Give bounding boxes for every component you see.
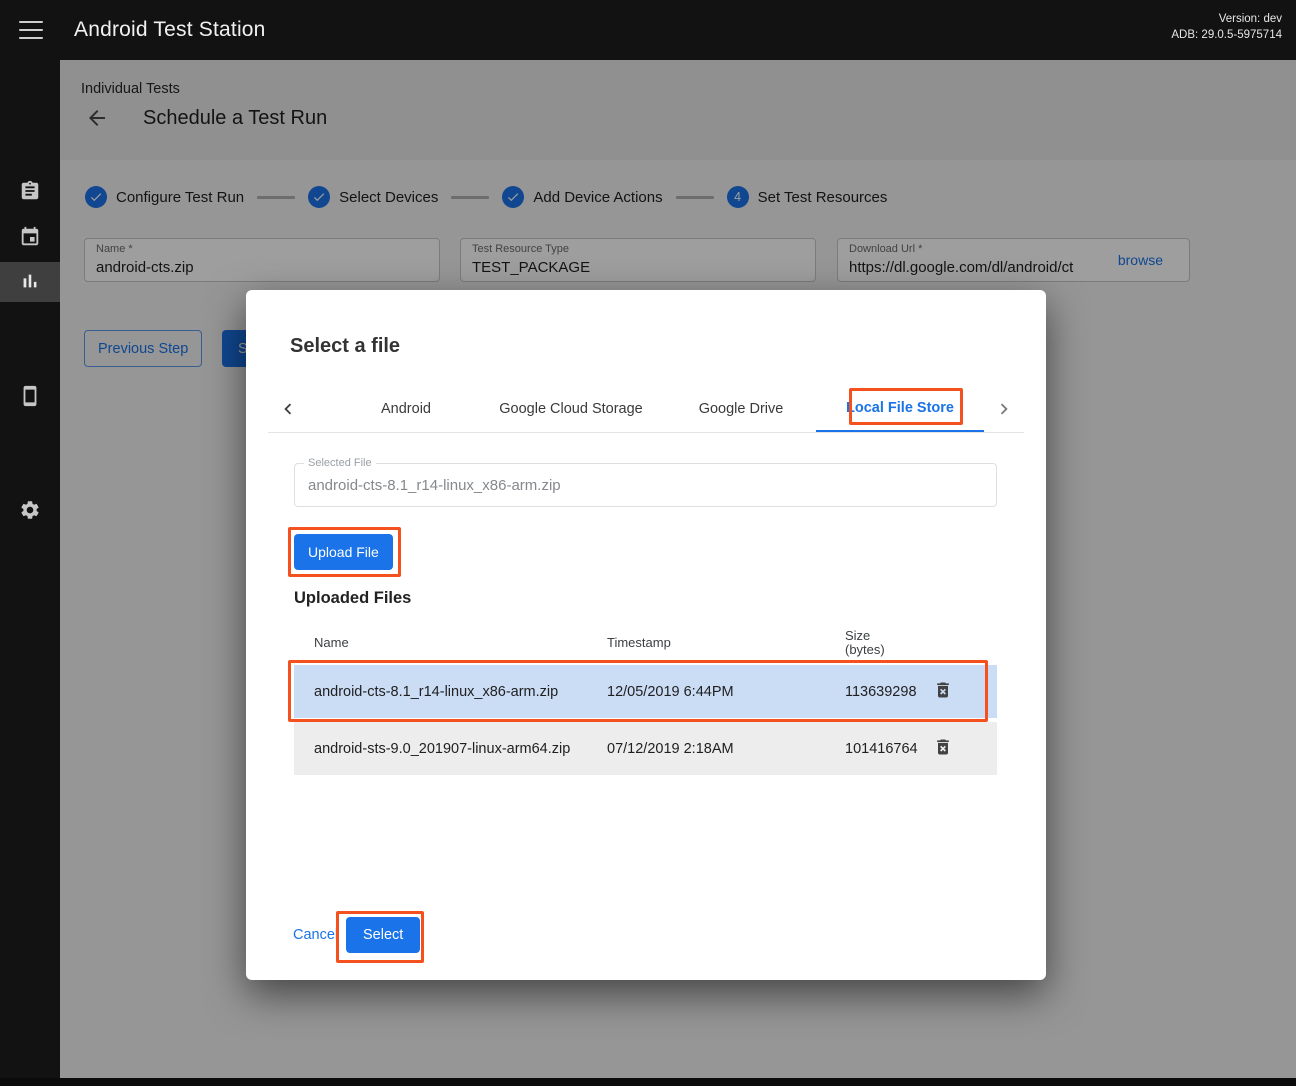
menu-icon[interactable] <box>19 21 43 39</box>
uploaded-files-table: Name Timestamp Size (bytes) android-cts-… <box>294 620 997 775</box>
select-button[interactable]: Select <box>346 917 420 953</box>
sidebar <box>0 60 60 1086</box>
trash-icon <box>933 688 953 703</box>
app-title: Android Test Station <box>74 18 266 42</box>
dialog-title: Select a file <box>290 335 400 358</box>
sidebar-item-test-results[interactable] <box>0 262 60 302</box>
screen: Android Test Station Version: dev ADB: 2… <box>0 0 1296 1086</box>
tab-google-drive[interactable]: Google Drive <box>666 385 816 432</box>
file-name-cell: android-sts-9.0_201907-linux-arm64.zip <box>294 741 607 757</box>
cancel-button[interactable]: Cancel <box>287 917 344 953</box>
upload-file-button[interactable]: Upload File <box>294 534 393 570</box>
tab-android[interactable]: Android <box>336 385 476 432</box>
column-header-name: Name <box>294 635 607 650</box>
table-row[interactable]: android-cts-8.1_r14-linux_x86-arm.zip 12… <box>294 665 997 718</box>
sidebar-item-schedule[interactable] <box>0 218 60 258</box>
table-header-row: Name Timestamp Size (bytes) <box>294 620 997 665</box>
tab-google-cloud-storage[interactable]: Google Cloud Storage <box>476 385 666 432</box>
column-header-timestamp: Timestamp <box>607 635 845 650</box>
timestamp-cell: 12/05/2019 6:44PM <box>607 684 845 700</box>
selected-file-label: Selected File <box>304 457 376 469</box>
adb-line: ADB: 29.0.5-5975714 <box>1171 27 1282 43</box>
tabs-scroll-right-icon[interactable] <box>984 385 1024 432</box>
delete-file-button[interactable] <box>931 737 955 761</box>
uploaded-files-title: Uploaded Files <box>294 589 411 608</box>
gear-icon <box>19 499 41 524</box>
version-line: Version: dev <box>1171 11 1282 27</box>
smartphone-icon <box>19 385 41 410</box>
calendar-icon <box>19 226 41 251</box>
trash-icon <box>933 745 953 760</box>
bottom-strip <box>0 1078 1296 1086</box>
test-plans-icon <box>19 180 41 205</box>
timestamp-cell: 07/12/2019 2:18AM <box>607 741 845 757</box>
table-row[interactable]: android-sts-9.0_201907-linux-arm64.zip 0… <box>294 722 997 775</box>
selected-file-field[interactable]: Selected File android-cts-8.1_r14-linux_… <box>294 463 997 507</box>
bar-chart-icon <box>19 270 41 295</box>
sidebar-item-settings[interactable] <box>0 491 60 531</box>
select-file-dialog: Select a file Android Google Cloud Stora… <box>246 290 1046 980</box>
file-source-tabs: Android Google Cloud Storage Google Driv… <box>268 385 1024 433</box>
column-header-size: Size (bytes) <box>845 629 931 657</box>
tabs-strip: Android Google Cloud Storage Google Driv… <box>336 385 984 432</box>
topbar: Android Test Station Version: dev ADB: 2… <box>0 0 1296 60</box>
sidebar-item-test-plans[interactable] <box>0 172 60 212</box>
version-info: Version: dev ADB: 29.0.5-5975714 <box>1171 11 1282 43</box>
delete-file-button[interactable] <box>931 680 955 704</box>
sidebar-item-devices[interactable] <box>0 377 60 417</box>
file-name-cell: android-cts-8.1_r14-linux_x86-arm.zip <box>294 684 607 700</box>
tab-local-file-store[interactable]: Local File Store <box>816 385 984 432</box>
selected-file-value: android-cts-8.1_r14-linux_x86-arm.zip <box>308 477 561 494</box>
size-cell: 113639298 <box>845 684 931 700</box>
tabs-scroll-left-icon[interactable] <box>268 385 308 432</box>
size-cell: 101416764 <box>845 741 931 757</box>
